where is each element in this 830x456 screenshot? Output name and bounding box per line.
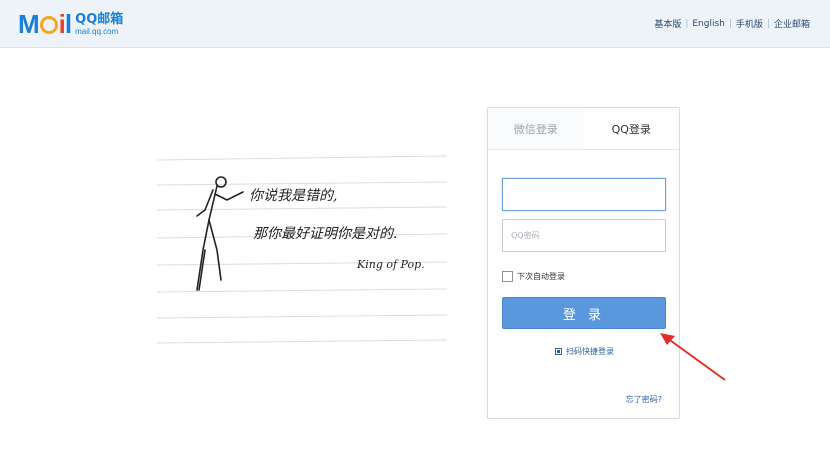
login-panel: 微信登录 QQ登录 下次自动登录 登 录 扫码快捷登录 忘了密码? (487, 107, 680, 419)
account-field[interactable] (502, 178, 666, 211)
forgot-password-link[interactable]: 忘了密码? (626, 394, 662, 405)
logo-title: QQ邮箱 (75, 11, 124, 27)
annotation-arrow-icon (660, 333, 726, 381)
account-input[interactable] (503, 179, 665, 210)
logo-mail-wordmark: Mil (18, 9, 72, 39)
auto-login-label: 下次自动登录 (517, 272, 565, 281)
top-links: 基本版 | English | 手机版 | 企业邮箱 (654, 17, 810, 31)
art-line-1: 你说我是错的, (249, 188, 337, 204)
art-line-2: 那你最好证明你是对的. (253, 226, 397, 242)
logo-subtitle: mail.qq.com (75, 26, 119, 36)
top-header: Mil QQ邮箱 mail.qq.com 基本版 | English | 手机版… (0, 0, 830, 48)
qr-code-icon (555, 348, 562, 355)
link-basic-version[interactable]: 基本版 (654, 17, 681, 30)
tab-qq-login[interactable]: QQ登录 (583, 108, 679, 149)
tab-wechat-login[interactable]: 微信登录 (488, 108, 584, 149)
auto-login-option[interactable]: 下次自动登录 (502, 271, 565, 282)
qr-login-link[interactable]: 扫码快捷登录 (488, 346, 681, 357)
qr-login-label: 扫码快捷登录 (566, 347, 614, 356)
password-input[interactable] (503, 220, 665, 251)
dancer-figure (196, 176, 244, 291)
link-enterprise-mail[interactable]: 企业邮箱 (774, 17, 810, 30)
link-mobile-version[interactable]: 手机版 (736, 17, 763, 30)
qq-mail-logo[interactable]: Mil QQ邮箱 mail.qq.com (18, 9, 123, 39)
login-tabs: 微信登录 QQ登录 (488, 108, 679, 150)
art-signature: King of Pop. (356, 258, 425, 271)
promo-artwork: 你说我是错的, 那你最好证明你是对的. King of Pop. (157, 155, 447, 344)
password-field[interactable] (502, 219, 666, 252)
login-button[interactable]: 登 录 (502, 297, 666, 329)
link-english[interactable]: English (692, 19, 725, 29)
auto-login-checkbox[interactable] (502, 271, 513, 282)
